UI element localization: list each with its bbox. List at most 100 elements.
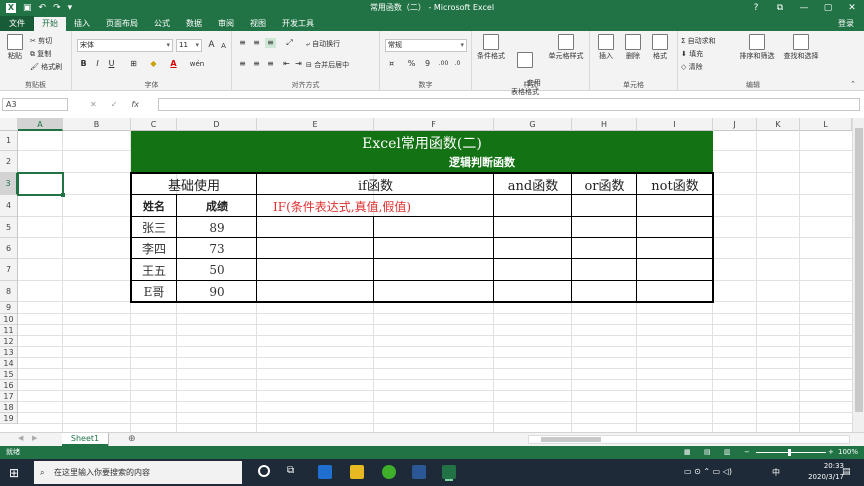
column-header-g[interactable]: G [494, 118, 572, 131]
login-link[interactable]: 登录 [838, 16, 854, 31]
increase-decimal-icon[interactable]: .00 [438, 59, 449, 69]
row-header-15[interactable]: 15 [0, 369, 18, 380]
row-header-3[interactable]: 3 [0, 173, 18, 195]
title-cell[interactable]: Excel常用函数(二) [131, 131, 713, 151]
row-header-19[interactable]: 19 [0, 413, 18, 424]
find-select-button[interactable]: 查找和选择 [780, 34, 822, 61]
italic-button[interactable]: I [92, 59, 103, 69]
row-header-13[interactable]: 13 [0, 347, 18, 358]
conditional-format-button[interactable]: 条件格式 [475, 34, 507, 61]
add-sheet-icon[interactable]: ⊕ [128, 434, 136, 444]
excel-taskbar-icon[interactable] [442, 465, 456, 479]
border-icon[interactable]: ⊞ [128, 59, 139, 69]
row-header-8[interactable]: 8 [0, 281, 18, 302]
column-header-c[interactable]: C [131, 118, 177, 131]
format-cells-button[interactable]: 格式 [648, 34, 672, 61]
cell-styles-button[interactable]: 单元格样式 [544, 34, 588, 61]
align-top-icon[interactable]: ≡ [237, 38, 248, 48]
formula-input[interactable] [158, 98, 860, 111]
word-icon[interactable] [412, 465, 426, 479]
wrap-text-button[interactable]: ⤶ 自动换行 [306, 39, 340, 49]
column-header-f[interactable]: F [374, 118, 494, 131]
row-header-2[interactable]: 2 [0, 151, 18, 173]
row-header-17[interactable]: 17 [0, 391, 18, 402]
align-left-icon[interactable]: ≡ [237, 59, 248, 69]
taskbar-search-box[interactable]: ⌕ 在这里输入你要搜索的内容 [34, 461, 242, 484]
row-header-1[interactable]: 1 [0, 131, 18, 151]
align-right-icon[interactable]: ≡ [265, 59, 276, 69]
zoom-slider-thumb[interactable] [788, 449, 791, 456]
bold-button[interactable]: B [78, 59, 89, 69]
row-header-14[interactable]: 14 [0, 358, 18, 369]
increase-indent-icon[interactable]: ⇥ [293, 59, 304, 69]
worksheet-grid[interactable]: ABCDEFGHIJKL 1 2 3 4 5 6 7 8 9 10 11 12 13 14 15 16 17 18… [0, 118, 852, 432]
page-layout-view-icon[interactable]: ▤ [704, 446, 711, 459]
row-header-12[interactable]: 12 [0, 336, 18, 347]
close-icon[interactable]: ✕ [840, 0, 864, 16]
font-grow-icon[interactable]: A [206, 40, 217, 50]
select-all-corner[interactable] [0, 118, 18, 131]
column-header-d[interactable]: D [177, 118, 257, 131]
column-header-k[interactable]: K [757, 118, 800, 131]
fill-button[interactable]: ⬇ 填充 [681, 49, 703, 59]
font-size-select[interactable]: 11 [176, 39, 202, 52]
tab-developer[interactable]: 开发工具 [274, 16, 322, 31]
windows-start-icon[interactable]: ⊞ [9, 466, 19, 480]
format-as-table-button[interactable]: 套用 表格格式 [508, 34, 542, 106]
merge-center-button[interactable]: ⊟ 合并后居中 [306, 60, 349, 70]
clear-button[interactable]: ◇ 清除 [681, 62, 703, 72]
enter-icon[interactable]: ✓ [111, 98, 118, 111]
font-name-select[interactable]: 宋体 [77, 39, 173, 52]
zoom-out-icon[interactable]: − [744, 446, 750, 459]
customize-icon[interactable]: ▾ [68, 3, 73, 13]
delete-cells-button[interactable]: 删除 [621, 34, 645, 61]
underline-button[interactable]: U [106, 59, 117, 69]
zoom-slider[interactable] [756, 452, 826, 453]
task-view-icon[interactable]: ⧉ [287, 465, 294, 476]
horizontal-scrollbar[interactable] [528, 435, 850, 444]
name-box[interactable]: A3 [2, 98, 68, 111]
tab-insert[interactable]: 插入 [66, 16, 98, 31]
clock[interactable]: 20:33 2020/3/17 [808, 461, 844, 483]
ribbon-display-icon[interactable]: ⧉ [768, 0, 792, 16]
row-header-9[interactable]: 9 [0, 302, 18, 314]
ime-indicator[interactable]: 中 [772, 467, 780, 478]
align-center-icon[interactable]: ≡ [251, 59, 262, 69]
align-middle-icon[interactable]: ≡ [251, 38, 262, 48]
help-icon[interactable]: ? [744, 0, 768, 16]
row-header-4[interactable]: 4 [0, 195, 18, 217]
insert-function-icon[interactable]: fx [131, 98, 139, 111]
cut-button[interactable]: ✂ 剪切 [30, 36, 52, 46]
notification-icon[interactable]: ▤ [842, 467, 851, 477]
column-header-a[interactable]: A [18, 118, 63, 131]
autosum-button[interactable]: Σ 自动求和 [681, 36, 716, 46]
row-header-5[interactable]: 5 [0, 217, 18, 238]
row-header-11[interactable]: 11 [0, 325, 18, 336]
orientation-icon[interactable]: ⤢ [284, 38, 295, 48]
row-header-16[interactable]: 16 [0, 380, 18, 391]
phonetic-icon[interactable]: wén [188, 59, 206, 69]
file-explorer-icon[interactable] [350, 465, 364, 479]
tab-review[interactable]: 审阅 [210, 16, 242, 31]
maximize-icon[interactable]: ▢ [816, 0, 840, 16]
decrease-decimal-icon[interactable]: .0 [452, 59, 463, 69]
comma-button[interactable]: 9 [422, 59, 433, 69]
row-header-6[interactable]: 6 [0, 238, 18, 259]
column-header-h[interactable]: H [572, 118, 637, 131]
minimize-icon[interactable]: — [792, 0, 816, 16]
fill-color-icon[interactable]: ◆ [148, 59, 159, 69]
cancel-icon[interactable]: ✕ [90, 98, 97, 111]
percent-button[interactable]: % [406, 59, 417, 69]
prev-sheet-icon[interactable]: ◀ [18, 434, 23, 442]
font-shrink-icon[interactable]: A [218, 41, 229, 51]
column-header-l[interactable]: L [800, 118, 852, 131]
row-header-10[interactable]: 10 [0, 314, 18, 325]
decrease-indent-icon[interactable]: ⇤ [281, 59, 292, 69]
copy-button[interactable]: ⧉ 复制 [30, 49, 51, 59]
edge-browser-icon[interactable] [318, 465, 332, 479]
tab-home[interactable]: 开始 [34, 17, 66, 31]
tab-page-layout[interactable]: 页面布局 [98, 16, 146, 31]
currency-icon[interactable]: ¤ [386, 59, 397, 69]
horizontal-scroll-thumb[interactable] [541, 437, 601, 442]
tab-formulas[interactable]: 公式 [146, 16, 178, 31]
